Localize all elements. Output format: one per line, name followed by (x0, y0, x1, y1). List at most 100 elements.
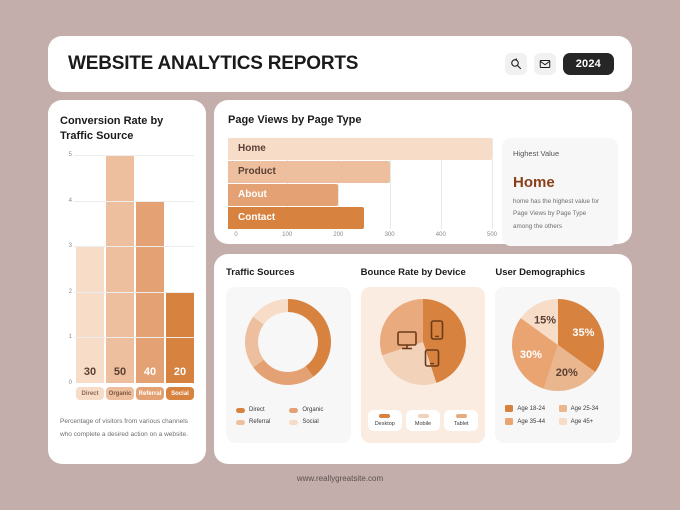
legend-swatch (236, 407, 245, 413)
bar[interactable]: 50 (106, 155, 134, 384)
bar-value-label: 50 (113, 366, 127, 379)
bar-column[interactable]: 50 (106, 155, 134, 384)
pie-slice[interactable] (245, 316, 265, 368)
bar-label: Home (238, 143, 266, 155)
bounce-rate-title: Bounce Rate by Device (360, 267, 466, 278)
legend-label: Age 45+ (570, 418, 594, 425)
charts-grid: Traffic Sources Direct Organic Referral Soc… (226, 267, 621, 443)
x-axis-tick: 100 (282, 231, 293, 238)
category-pill[interactable]: Social (166, 387, 194, 401)
demographics-pie: 35% 20% 30% 15% (495, 299, 620, 391)
legend-swatch (236, 419, 245, 425)
traffic-sources-section: Traffic Sources Direct Organic Referral Soc… (226, 267, 351, 443)
legend-swatch (379, 414, 391, 418)
bar[interactable]: Home (228, 137, 492, 160)
bar-row[interactable]: About (228, 183, 492, 206)
gridline (492, 137, 493, 229)
bar[interactable]: Product (228, 160, 390, 183)
traffic-sources-legend: Direct Organic Referral Social (236, 407, 343, 431)
legend-swatch (289, 419, 299, 425)
gridline (74, 200, 194, 202)
legend-label: Direct (249, 407, 265, 413)
pie-chart: 35% 20% 30% 15% (511, 299, 604, 391)
y-axis: 5 4 3 2 1 0 (60, 152, 74, 387)
page-views-body: Home Product About Contact 0 100 200 300 400 500… (228, 137, 618, 246)
legend-label: Social (302, 419, 319, 425)
bounce-rate-legend: Desktop Mobile Tablet (367, 410, 479, 431)
y-axis-tick: 5 (68, 152, 72, 159)
legend-label: Tablet (453, 421, 469, 427)
pie-slice[interactable] (253, 359, 314, 385)
x-axis-tick: 200 (333, 231, 344, 238)
conversion-panel-note: Percentage of visitors from various chan… (60, 418, 188, 438)
pie-slice[interactable] (288, 299, 332, 377)
x-axis-tick: 0 (234, 231, 238, 238)
x-axis-tick: 500 (486, 231, 498, 238)
bar-row[interactable]: Contact (228, 206, 492, 229)
year-selector[interactable]: 2024 (562, 53, 614, 75)
legend-label: Desktop (374, 421, 395, 427)
bar[interactable]: About (228, 183, 339, 206)
category-pill[interactable]: Organic (106, 387, 134, 401)
bar-row[interactable]: Home (228, 137, 492, 160)
gridline (74, 246, 194, 248)
legend-swatch (289, 407, 299, 413)
highest-value-caption: Highest Value (513, 148, 560, 158)
conversion-bar-chart: 543210 30 50 40 20 Direct Organic Referral Soc… (60, 152, 194, 401)
demographics-legend: Age 18-24 Age 25-34 Age 35-44 Age 45+ (505, 405, 612, 431)
header-bar: WEBSITE ANALYTICS REPORTS 2024 (48, 36, 632, 92)
legend-item[interactable]: Social (289, 419, 342, 425)
envelope-icon[interactable] (533, 53, 556, 75)
bar-row[interactable]: Product (228, 160, 492, 183)
gridline (74, 291, 194, 293)
slice-label: 20% (555, 367, 577, 379)
dashboard-page: WEBSITE ANALYTICS REPORTS 2024 Conversio… (0, 0, 680, 510)
category-pill[interactable]: Referral (136, 387, 164, 401)
category-pill[interactable]: Direct (76, 387, 104, 401)
bar-value-label: 30 (83, 366, 97, 379)
legend-label: Referral (249, 419, 271, 425)
legend-swatch (558, 405, 567, 412)
legend-item[interactable]: Age 35-44 (505, 418, 558, 425)
legend-item[interactable]: Age 45+ (558, 418, 612, 425)
bar-value-label: 20 (173, 366, 187, 379)
header-actions: 2024 (504, 53, 614, 75)
bounce-rate-pie (361, 299, 486, 385)
charts-panel: Traffic Sources Direct Organic Referral Soc… (214, 254, 632, 464)
y-axis-tick: 0 (68, 380, 72, 387)
page-views-rows: Home Product About Contact (228, 137, 493, 229)
legend-label: Age 25-34 (570, 405, 599, 412)
bar-value-label: 40 (143, 366, 157, 379)
legend-swatch (505, 418, 514, 425)
donut-chart (245, 299, 332, 385)
search-icon[interactable] (504, 53, 527, 75)
legend-swatch (417, 414, 429, 418)
conversion-rate-panel: Conversion Rate by Traffic Source 5 4 3 2 1 0… (48, 100, 206, 464)
bar[interactable]: 30 (76, 246, 104, 384)
y-axis-tick: 3 (68, 243, 72, 250)
y-axis-tick: 4 (68, 197, 72, 204)
slice-label: 35% (572, 327, 594, 339)
legend-item[interactable]: Referral (236, 419, 289, 425)
traffic-sources-box: Direct Organic Referral Social (226, 287, 351, 443)
y-axis-tick: 2 (68, 288, 72, 295)
legend-item[interactable]: Age 18-24 (505, 405, 558, 412)
legend-item[interactable]: Tablet (444, 410, 479, 431)
legend-item[interactable]: Mobile (405, 410, 441, 431)
bar-label: About (238, 189, 267, 201)
legend-item[interactable]: Desktop (367, 410, 402, 431)
page-views-axis: 0 100 200 300 400 500 (228, 231, 497, 246)
demographics-box: 35% 20% 30% 15% Age 18-24 Age 25-34 Age 35-44… (495, 287, 621, 443)
highest-value-card: Highest Value Home home has the highest … (502, 137, 618, 246)
traffic-sources-donut (226, 299, 351, 385)
bar[interactable]: Contact (228, 206, 364, 229)
gridline (74, 337, 194, 339)
demographics-title: User Demographics (495, 267, 586, 278)
legend-swatch (455, 414, 467, 418)
bar-plot-area: 30 50 40 20 (76, 155, 194, 384)
legend-item[interactable]: Organic (289, 407, 342, 413)
pie-chart (380, 299, 466, 385)
legend-item[interactable]: Age 25-34 (558, 405, 612, 412)
legend-item[interactable]: Direct (236, 407, 289, 413)
bar-column[interactable]: 30 (76, 246, 104, 384)
